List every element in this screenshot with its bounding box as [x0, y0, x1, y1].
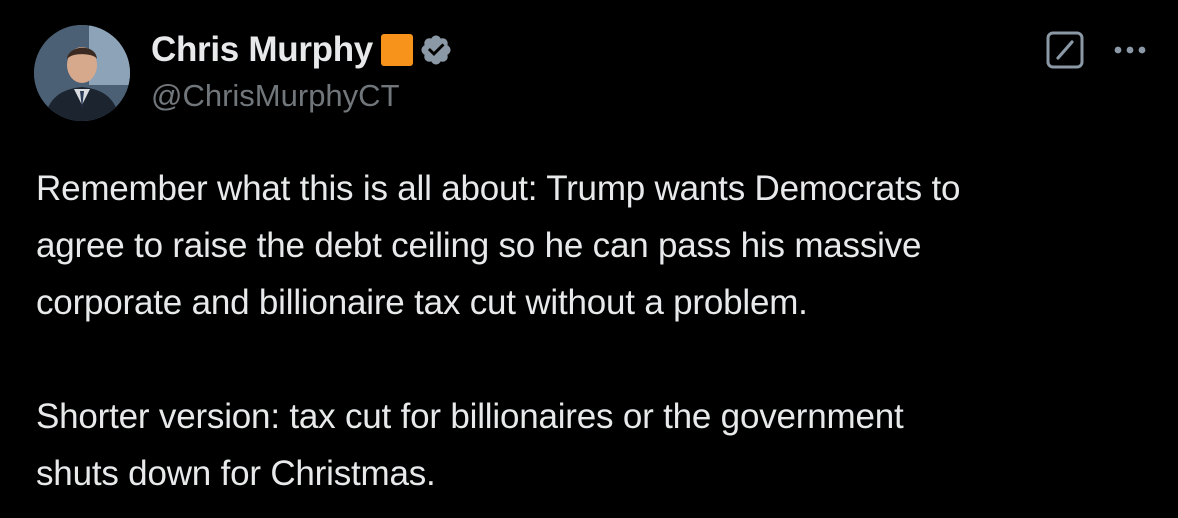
author-handle[interactable]: @ChrisMurphyCT [151, 78, 400, 114]
author-name-row: Chris Murphy [151, 28, 453, 72]
tweet-card: Chris Murphy @ChrisMurphyCT Remember wha… [0, 0, 1178, 518]
tweet-line: shuts down for Christmas. [36, 454, 436, 493]
more-icon [1114, 46, 1146, 54]
tweet-line: agree to raise the debt ceiling so he ca… [36, 226, 922, 265]
profile-photo-icon [34, 25, 130, 121]
grok-button[interactable] [1046, 31, 1084, 69]
affiliation-badge-icon[interactable] [380, 34, 413, 66]
tweet-line: corporate and billionaire tax cut withou… [36, 283, 808, 322]
author-display-name[interactable]: Chris Murphy [151, 30, 373, 70]
more-options-button[interactable] [1108, 30, 1152, 70]
tweet-line: Shorter version: tax cut for billionaire… [36, 397, 904, 436]
tweet-text: Remember what this is all about: Trump w… [36, 160, 1156, 502]
verified-badge-icon[interactable] [419, 33, 453, 67]
grok-icon [1046, 31, 1084, 69]
author-avatar[interactable] [34, 25, 130, 121]
tweet-line: Remember what this is all about: Trump w… [36, 169, 961, 208]
